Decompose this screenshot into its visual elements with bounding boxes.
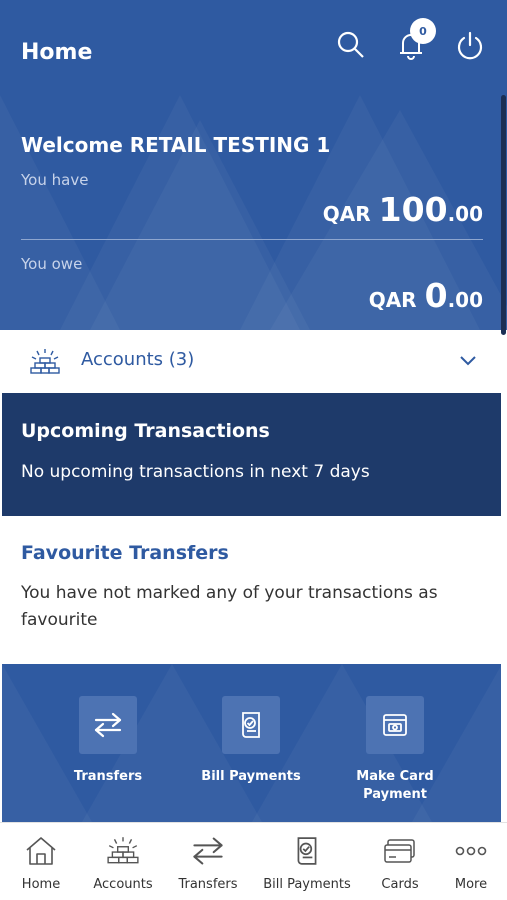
tab-label: More xyxy=(454,877,488,892)
accounts-icon xyxy=(88,833,158,869)
upcoming-transactions-message: No upcoming transactions in next 7 days xyxy=(21,462,370,482)
accounts-label: Accounts (3) xyxy=(81,349,195,370)
tab-bill-payments[interactable]: Bill Payments xyxy=(262,833,352,892)
favourite-transfers-card: Favourite Transfers You have not marked … xyxy=(2,516,501,664)
amount-integer: 0 xyxy=(424,276,448,315)
tab-home[interactable]: Home xyxy=(12,833,70,892)
top-bar: Home 0 xyxy=(0,0,507,95)
transfer-arrows-icon xyxy=(79,696,137,754)
search-icon[interactable] xyxy=(334,28,368,62)
tab-label: Cards xyxy=(381,877,419,892)
quick-action-make-card-payment[interactable]: Make Card Payment xyxy=(325,696,465,804)
quick-action-label: Bill Payments xyxy=(201,769,301,784)
currency-code: QAR xyxy=(322,202,371,226)
welcome-text: Welcome RETAIL TESTING 1 xyxy=(21,133,331,157)
upcoming-transactions-card: Upcoming Transactions No upcoming transa… xyxy=(2,393,501,516)
tab-label: Bill Payments xyxy=(263,877,351,892)
quick-action-transfers[interactable]: Transfers xyxy=(38,696,178,786)
you-have-amount: QAR 100.00 xyxy=(323,190,483,229)
divider xyxy=(21,239,483,240)
quick-action-bill-payments[interactable]: Bill Payments xyxy=(181,696,321,786)
bill-icon xyxy=(222,696,280,754)
bill-icon xyxy=(262,833,352,869)
chevron-down-icon[interactable] xyxy=(458,350,478,374)
quick-action-label: Make Card Payment xyxy=(356,769,434,802)
logout-power-icon[interactable] xyxy=(453,28,487,62)
currency-code: QAR xyxy=(368,288,417,312)
amount-decimal: .00 xyxy=(447,288,483,312)
amount-integer: 100 xyxy=(378,190,448,229)
quick-action-label: Transfers xyxy=(73,769,143,784)
summary-banner: Home 0 Welcome RETAIL TESTING 1 You have… xyxy=(0,0,507,330)
tab-transfers[interactable]: Transfers xyxy=(174,833,242,892)
quick-actions-panel: Transfers Bill Payments Make Card Paymen… xyxy=(2,664,501,822)
you-owe-label: You owe xyxy=(21,255,83,273)
accounts-icon xyxy=(29,348,61,380)
tab-cards[interactable]: Cards xyxy=(372,833,428,892)
you-have-label: You have xyxy=(21,171,89,189)
tab-accounts[interactable]: Accounts xyxy=(88,833,158,892)
scrollbar[interactable] xyxy=(501,95,506,335)
tab-label: Home xyxy=(21,877,61,892)
app-screen: Home 0 Welcome RETAIL TESTING 1 You have… xyxy=(0,0,507,900)
transfer-arrows-icon xyxy=(174,833,242,869)
notification-count-badge: 0 xyxy=(410,18,436,44)
accounts-dropdown[interactable]: Accounts (3) xyxy=(2,330,501,393)
upcoming-transactions-title: Upcoming Transactions xyxy=(21,420,270,442)
favourite-transfers-title: Favourite Transfers xyxy=(21,542,229,564)
tab-label: Accounts xyxy=(93,877,153,892)
home-icon xyxy=(12,833,70,869)
page-title: Home xyxy=(21,40,93,65)
favourite-transfers-message: You have not marked any of your transact… xyxy=(21,583,438,630)
cards-icon xyxy=(372,833,428,869)
more-dots-icon xyxy=(446,833,496,869)
tab-label: Transfers xyxy=(178,877,238,892)
you-owe-amount: QAR 0.00 xyxy=(369,276,483,315)
amount-decimal: .00 xyxy=(447,202,483,226)
bottom-tab-bar: Home Accounts Transfers Bill Payments Ca… xyxy=(0,822,507,900)
card-payment-icon xyxy=(366,696,424,754)
tab-more[interactable]: More xyxy=(446,833,496,892)
